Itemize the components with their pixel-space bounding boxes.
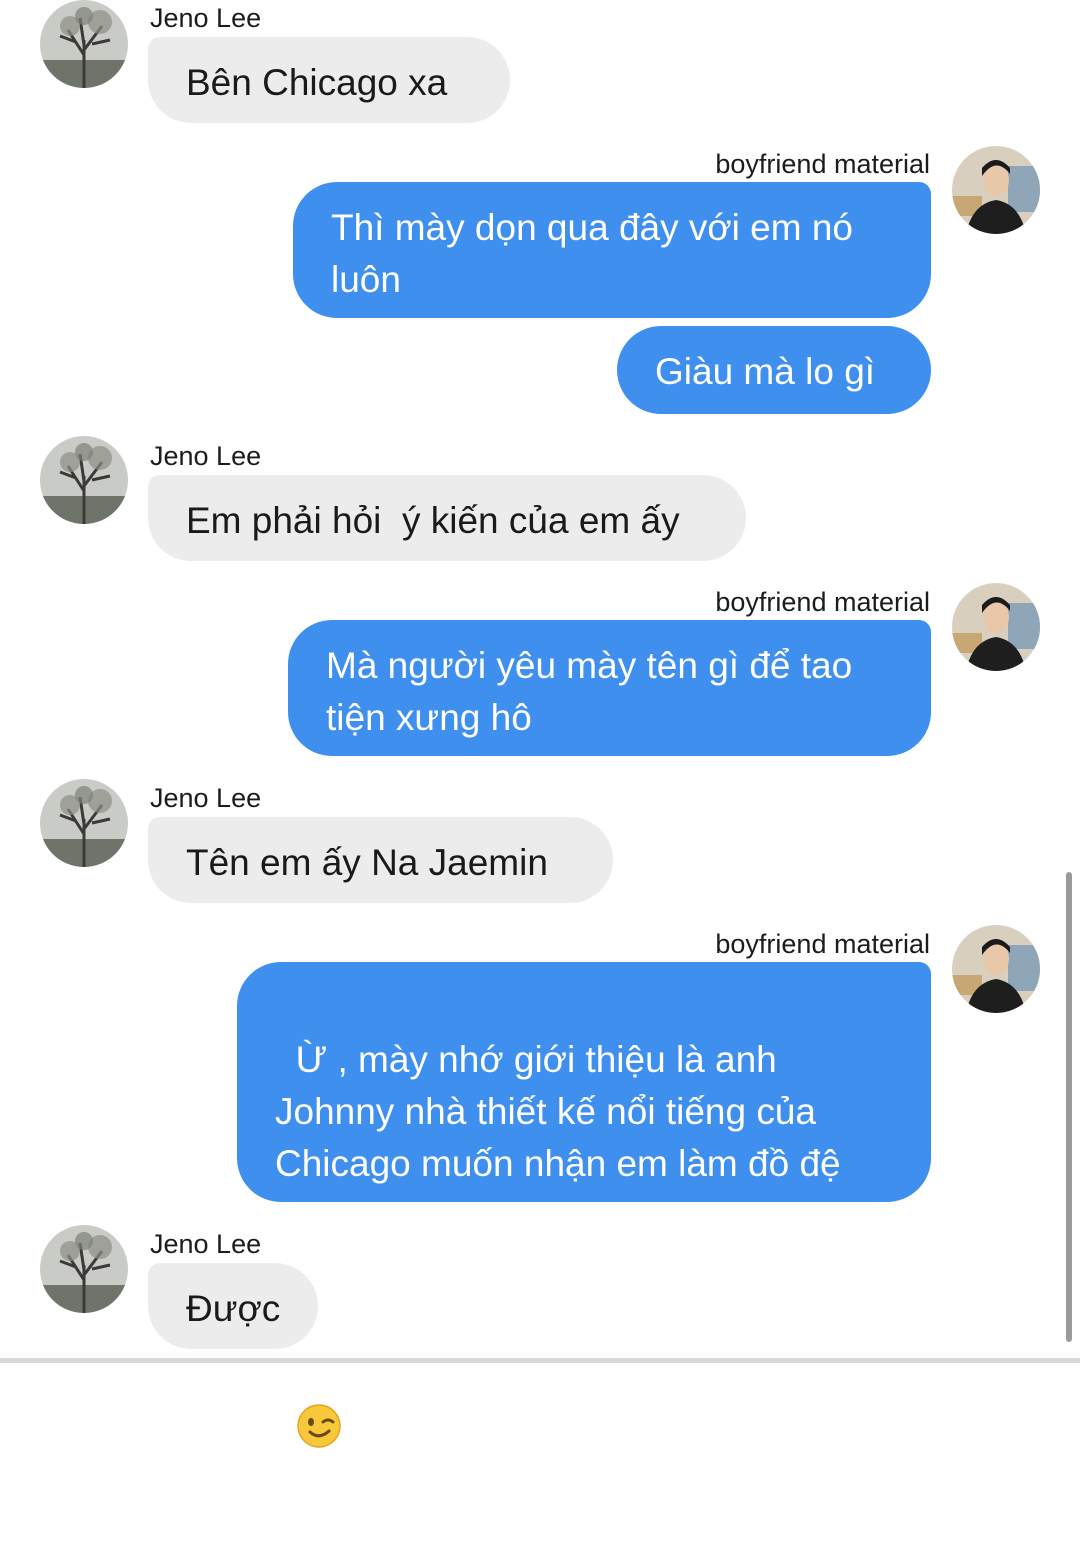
my-avatar[interactable] [952,925,1040,1013]
sender-name: Jeno Lee [150,1229,262,1259]
contact-avatar[interactable] [40,1225,128,1313]
message-bubble-outgoing[interactable]: Ừ , mày nhớ giới thiệu là anh Johnny nhà… [237,962,931,1448]
tree-photo-avatar-icon [40,436,128,524]
message-bubble-incoming[interactable]: Bên Chicago xa [148,37,510,123]
my-avatar[interactable] [952,583,1040,671]
message-bubble-incoming[interactable]: Tên em ấy Na Jaemin [148,817,613,903]
sender-name: boyfriend material [715,929,930,959]
message-bubble-outgoing[interactable]: Giàu mà lo gì [617,326,931,414]
contact-avatar[interactable] [40,436,128,524]
message-text: Ừ , mày nhớ giới thiệu là anh Johnny nhà… [275,1039,841,1184]
tree-photo-avatar-icon [40,0,128,88]
message-bubble-outgoing[interactable]: Mà người yêu mày tên gì để tao tiện xưng… [288,620,931,756]
man-photo-avatar-icon [952,925,1040,1013]
message-bubble-outgoing[interactable]: Thì mày dọn qua đây với em nó luôn [293,182,931,318]
sender-name: Jeno Lee [150,783,262,813]
scrollbar[interactable] [1066,872,1072,1342]
tree-photo-avatar-icon [40,1225,128,1313]
tree-photo-avatar-icon [40,779,128,867]
sender-name: Jeno Lee [150,3,262,33]
sender-name: boyfriend material [715,149,930,179]
divider [0,1358,1080,1363]
man-photo-avatar-icon [952,146,1040,234]
sender-name: boyfriend material [715,587,930,617]
sender-name: Jeno Lee [150,441,262,471]
contact-avatar[interactable] [40,0,128,88]
message-bubble-incoming[interactable]: Được [148,1263,318,1349]
contact-avatar[interactable] [40,779,128,867]
my-avatar[interactable] [952,146,1040,234]
man-photo-avatar-icon [952,583,1040,671]
message-bubble-incoming[interactable]: Em phải hỏi ý kiến của em ấy [148,475,746,561]
